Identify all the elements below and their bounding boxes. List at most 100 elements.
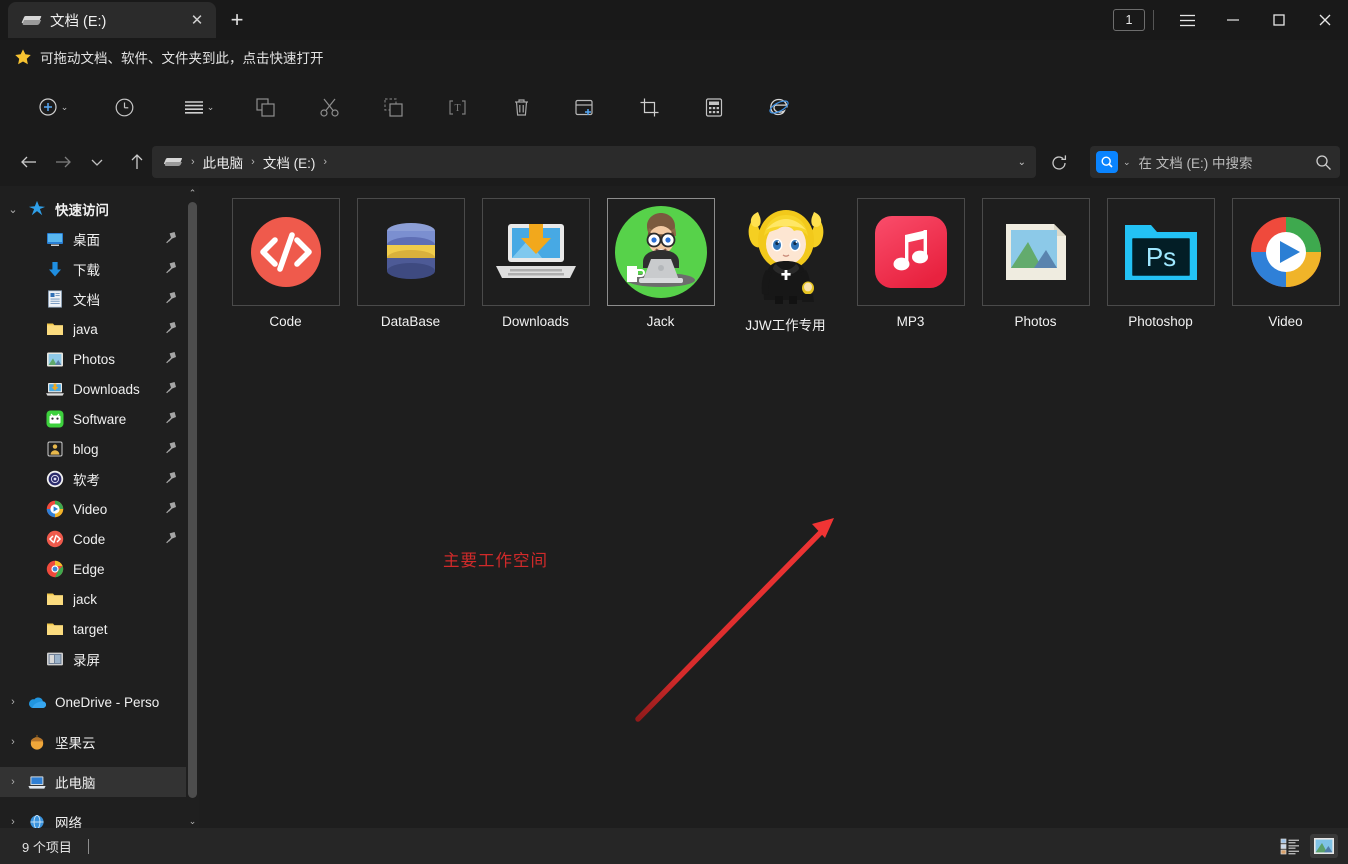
pin-icon[interactable] (165, 471, 178, 489)
file-item-photoshop[interactable]: Ps Photoshop (1098, 194, 1223, 334)
onedrive-icon (26, 692, 48, 712)
file-item-photos[interactable]: Photos (973, 194, 1098, 334)
file-thumbnail: Ps (1106, 198, 1215, 306)
pin-icon[interactable] (165, 351, 178, 369)
chevron-right-icon[interactable]: › (0, 696, 26, 708)
breadcrumb-separator-trailing[interactable]: › (318, 156, 332, 168)
sidebar-item-blog[interactable]: blog (0, 434, 186, 464)
scroll-down-icon[interactable]: ⌄ (186, 814, 199, 828)
sidebar-item-desktop[interactable]: 桌面 (0, 224, 186, 254)
up-button[interactable] (122, 147, 152, 177)
sidebar-item-downloads-cn[interactable]: 下载 (0, 254, 186, 284)
edge-browser-button[interactable] (762, 90, 796, 124)
sidebar-item-java[interactable]: java (0, 314, 186, 344)
chevron-right-icon[interactable]: › (0, 776, 26, 788)
sidebar-item-video[interactable]: Video (0, 494, 186, 524)
maximize-icon[interactable] (1256, 0, 1302, 40)
sidebar-item-onedrive[interactable]: › OneDrive - Perso (0, 687, 186, 717)
sidebar-item-nutstore[interactable]: › 坚果云 (0, 727, 186, 757)
chevron-right-icon[interactable]: › (0, 816, 26, 828)
new-tab-button[interactable]: + (222, 6, 252, 34)
recent-locations-button[interactable] (82, 147, 112, 177)
file-list-area[interactable]: Code DataBase Downloads Jack JJW工作专用 MP3… (199, 186, 1348, 828)
navigation-sidebar[interactable]: ⌄ 快速访问 桌面 下载 文档 java Photos Downloads So… (0, 186, 186, 828)
search-icon[interactable] (1312, 154, 1334, 171)
file-item-code[interactable]: Code (223, 194, 348, 334)
file-item-mp3[interactable]: MP3 (848, 194, 973, 334)
crop-button[interactable] (632, 90, 666, 124)
chevron-right-icon[interactable]: › (0, 736, 26, 748)
chevron-down-icon[interactable]: ⌄ (1018, 157, 1026, 168)
refresh-button[interactable] (1046, 150, 1072, 176)
pin-icon[interactable] (165, 411, 178, 429)
forward-button[interactable] (48, 147, 78, 177)
pin-icon[interactable] (165, 261, 178, 279)
chevron-down-icon[interactable]: ⌄ (1123, 157, 1131, 167)
sidebar-item-this-pc[interactable]: › 此电脑 (0, 767, 186, 797)
sidebar-group-quick-access[interactable]: ⌄ 快速访问 (0, 194, 186, 224)
history-button[interactable] (107, 90, 141, 124)
scroll-up-icon[interactable]: ⌃ (186, 186, 199, 200)
new-folder-button[interactable] (567, 90, 601, 124)
paste-button[interactable] (376, 90, 410, 124)
tab-count-badge[interactable]: 1 (1113, 9, 1145, 31)
address-bar[interactable]: › 此电脑 › 文档 (E:) › ⌄ (152, 146, 1036, 178)
file-item-downloads[interactable]: Downloads (473, 194, 598, 334)
drive-icon (21, 11, 42, 29)
chevron-down-icon[interactable]: ⌄ (0, 203, 26, 216)
close-icon[interactable] (1302, 0, 1348, 40)
breadcrumb-this-pc[interactable]: 此电脑 (200, 150, 247, 174)
search-input[interactable]: 在 文档 (E:) 中搜索 (1139, 152, 1312, 172)
file-thumbnail (356, 198, 465, 306)
file-item-jjw[interactable]: JJW工作专用 (723, 194, 848, 334)
sidebar-item-label: 坚果云 (55, 736, 96, 751)
back-button[interactable] (14, 147, 44, 177)
sort-button[interactable]: ⌄ (176, 90, 222, 124)
sidebar-item-documents[interactable]: 文档 (0, 284, 186, 314)
sidebar-item-photos[interactable]: Photos (0, 344, 186, 374)
file-item-video[interactable]: Video (1223, 194, 1348, 334)
search-box[interactable]: ⌄ 在 文档 (E:) 中搜索 (1090, 146, 1340, 178)
file-thumbnail (856, 198, 965, 306)
sidebar-item-label: 网络 (55, 816, 82, 828)
sidebar-item-screen-recording[interactable]: 录屏 (0, 644, 186, 674)
sidebar-item-network[interactable]: › 网络 (0, 807, 186, 828)
scrollbar-thumb[interactable] (188, 202, 197, 798)
file-item-database[interactable]: DataBase (348, 194, 473, 334)
pin-icon[interactable] (165, 231, 178, 249)
new-item-button[interactable]: ⌄ (30, 90, 76, 124)
rename-button[interactable]: T (440, 90, 474, 124)
sidebar-item-software[interactable]: Software (0, 404, 186, 434)
sidebar-item-downloads[interactable]: Downloads (0, 374, 186, 404)
pin-icon[interactable] (165, 531, 178, 549)
sidebar-item-edge[interactable]: Edge (0, 554, 186, 584)
copy-button[interactable] (248, 90, 282, 124)
sidebar-item-label: 下载 (73, 263, 100, 278)
file-item-jack[interactable]: Jack (598, 194, 723, 334)
search-scope-icon[interactable] (1096, 151, 1118, 173)
close-icon[interactable]: ✕ (186, 9, 208, 31)
breadcrumb-documents-e[interactable]: 文档 (E:) (260, 150, 319, 174)
hamburger-menu-icon[interactable] (1164, 0, 1210, 40)
large-icons-view-button[interactable] (1310, 834, 1338, 858)
sidebar-item-code[interactable]: Code (0, 524, 186, 554)
calculator-button[interactable] (697, 90, 731, 124)
pin-icon[interactable] (165, 441, 178, 459)
cut-button[interactable] (312, 90, 346, 124)
details-view-button[interactable] (1276, 834, 1304, 858)
minimize-icon[interactable] (1210, 0, 1256, 40)
pin-icon[interactable] (165, 321, 178, 339)
jack-avatar-icon (614, 206, 707, 298)
breadcrumb-separator: › (191, 156, 195, 168)
sidebar-item-target[interactable]: target (0, 614, 186, 644)
pin-icon[interactable] (165, 501, 178, 519)
pin-icon[interactable] (165, 381, 178, 399)
tab-documents-e[interactable]: 文档 (E:) ✕ (8, 2, 216, 38)
sidebar-scrollbar[interactable]: ⌃ ⌄ (186, 186, 199, 828)
pin-icon[interactable] (165, 291, 178, 309)
sidebar-item-ruankao[interactable]: 软考 (0, 464, 186, 494)
folder-icon (44, 589, 66, 609)
file-thumbnail (732, 198, 840, 306)
sidebar-item-jack[interactable]: jack (0, 584, 186, 614)
delete-button[interactable] (504, 90, 538, 124)
